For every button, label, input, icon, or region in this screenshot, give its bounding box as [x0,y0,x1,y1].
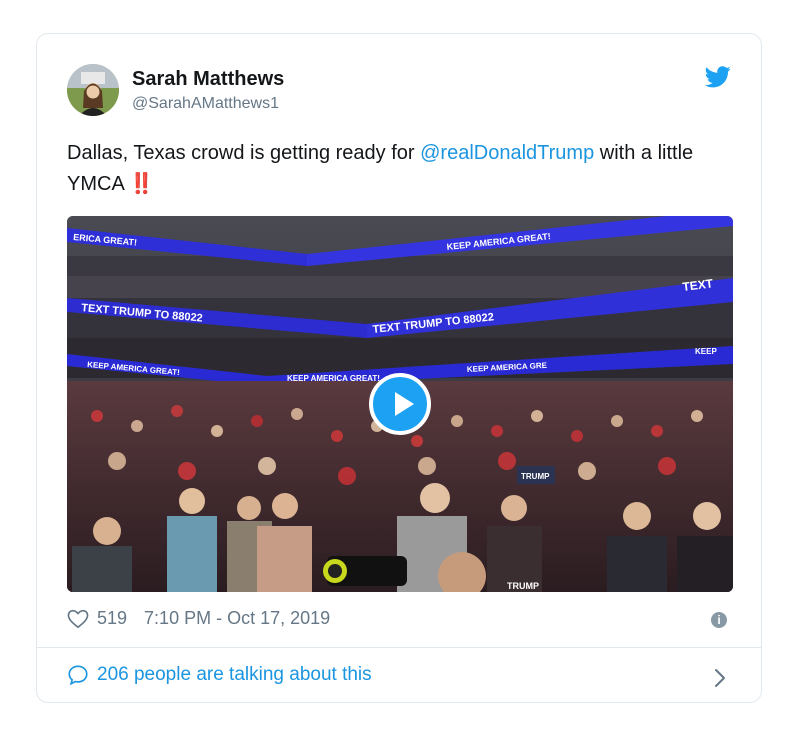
tweet-text: Dallas, Texas crowd is getting ready for… [67,138,747,200]
mention-link[interactable]: @realDonaldTrump [420,142,594,164]
conversation-link[interactable]: 206 people are talking about this [67,664,372,686]
tweet-card: Sarah Matthews @SarahAMatthews1 Dallas, … [36,33,762,703]
author-name[interactable]: Sarah Matthews [132,68,284,91]
video-player[interactable]: ERICA GREAT! KEEP AMERICA GREAT! TEXT TR… [67,216,733,592]
info-icon[interactable]: i [711,612,727,628]
double-exclamation-emoji: ‼️ [129,173,154,195]
heart-icon[interactable] [67,609,89,629]
twitter-bird-icon[interactable] [705,66,731,88]
sign-text: TRUMP [521,472,550,481]
tweet-meta: 519 7:10 PM - Oct 17, 2019 [67,608,330,629]
avatar[interactable] [67,64,119,116]
tweet-text-part: Dallas, Texas crowd is getting ready for [67,142,421,164]
speech-bubble-icon [68,665,88,686]
play-button[interactable] [369,373,431,435]
sign-text: TRUMP [507,581,539,591]
conversation-label: 206 people are talking about this [97,664,372,685]
chevron-right-icon[interactable] [713,667,727,689]
like-count[interactable]: 519 [97,608,127,629]
banner-text: KEEP [695,347,717,356]
timestamp[interactable]: 7:10 PM - Oct 17, 2019 [144,608,330,629]
author-handle[interactable]: @SarahAMatthews1 [132,95,279,113]
divider [37,647,761,648]
